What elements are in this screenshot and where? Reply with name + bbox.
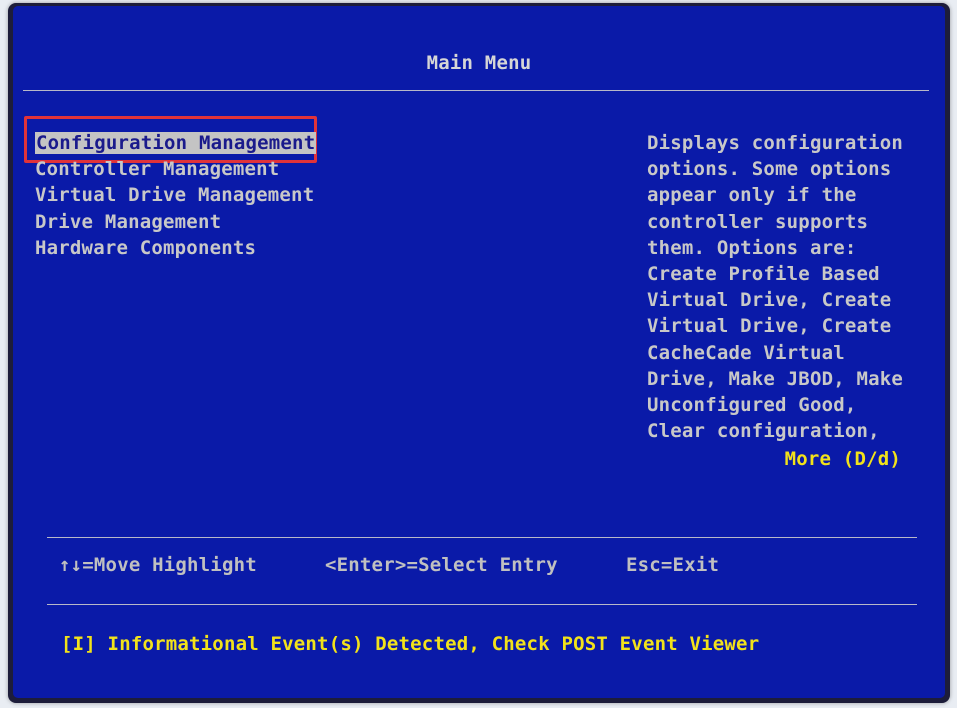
title-divider — [23, 90, 929, 91]
help-line: Drive, Make JBOD, Make — [647, 367, 904, 390]
bios-screen: Main Menu Configuration Management Contr… — [13, 6, 945, 698]
help-line: CacheCade Virtual — [647, 341, 845, 364]
menu-item-label: Drive Management — [35, 210, 222, 233]
status-message: [I] Informational Event(s) Detected, Che… — [61, 633, 760, 655]
select-entry-hint: <Enter>=Select Entry — [325, 554, 558, 576]
menu-item-label: Configuration Management — [35, 132, 317, 154]
help-line: appear only if the — [647, 184, 857, 207]
menu-item-drive-management[interactable]: Drive Management — [35, 209, 316, 235]
hints-divider-top — [47, 537, 917, 538]
help-text-panel: Displays configuration options. Some opt… — [647, 130, 903, 444]
help-line: options. Some options — [647, 158, 892, 181]
help-line: Unconfigured Good, — [647, 393, 857, 416]
menu-item-hardware-components[interactable]: Hardware Components — [35, 235, 316, 261]
menu-item-controller-management[interactable]: Controller Management — [35, 156, 316, 182]
help-line: Create Profile Based — [647, 262, 880, 285]
menu-item-label: Hardware Components — [35, 236, 257, 259]
menu-item-configuration-management[interactable]: Configuration Management — [35, 130, 317, 156]
page-title: Main Menu — [426, 52, 532, 74]
hints-divider-bottom — [47, 604, 917, 605]
help-line: Virtual Drive, Create — [647, 315, 892, 338]
more-help-indicator: More (D/d) — [784, 448, 901, 470]
help-line: Clear configuration, — [647, 420, 880, 443]
help-line: controller supports — [647, 210, 869, 233]
menu-item-virtual-drive-management[interactable]: Virtual Drive Management — [35, 182, 316, 208]
help-line: them. Options are: — [647, 236, 857, 259]
menu-item-label: Virtual Drive Management — [35, 184, 315, 207]
main-menu-list: Configuration Management Controller Mana… — [35, 130, 317, 261]
exit-hint: Esc=Exit — [626, 554, 720, 576]
move-highlight-hint: ↑↓=Move Highlight — [59, 554, 257, 576]
menu-item-label: Controller Management — [35, 158, 280, 181]
help-line: Displays configuration — [647, 132, 904, 154]
help-line: Virtual Drive, Create — [647, 289, 892, 312]
